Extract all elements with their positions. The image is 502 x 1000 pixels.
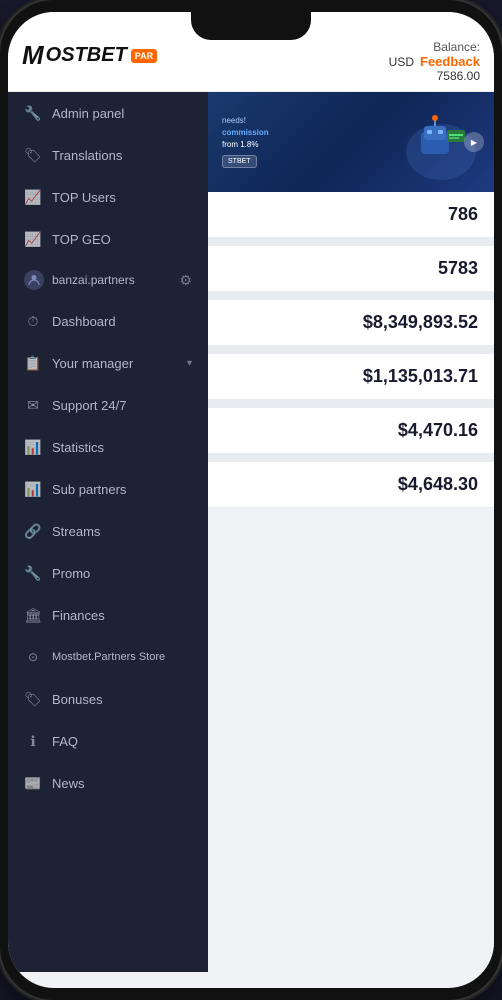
stats-icon: 📊 [24,438,42,456]
banner-badge: STBET [222,155,257,168]
sidebar-label: TOP Users [52,190,116,205]
sidebar-item-statistics[interactable]: 📊 Statistics [8,426,208,468]
sidebar-label: Support 24/7 [52,398,126,413]
content-area: needs! commission from 1.8% STBET [208,92,494,972]
sidebar-label: Promo [52,566,90,581]
stats-card-2: 5783 [208,246,494,292]
logo-badge: PAR [131,49,157,63]
chart-icon: 📈 [24,230,42,248]
link-icon: 🔗 [24,522,42,540]
chevron-down-icon: ▾ [187,358,192,369]
clipboard-icon: 📋 [24,354,42,372]
card-spacer-4 [208,400,494,408]
sidebar-item-sub-partners[interactable]: 📊 Sub partners [8,468,208,510]
card-spacer-3 [208,346,494,354]
stats-card-4: $1,135,013.71 [208,354,494,400]
banner-visual: ▶ [386,98,486,186]
currency: USD [389,55,414,69]
logo-m: M [22,40,44,71]
sidebar-item-faq[interactable]: ℹ FAQ [8,720,208,762]
stats-card-1: 786 [208,192,494,238]
main-container: 🔧 Admin panel 🏷 Translations 📈 TOP Users… [8,92,494,972]
news-icon: 📰 [24,774,42,792]
store-icon: ⊙ [24,648,42,666]
banner: needs! commission from 1.8% STBET [208,92,494,192]
sidebar-label: Finances [52,608,105,623]
sidebar-item-news[interactable]: 📰 News [8,762,208,804]
stats-card-6: $4,648.30 [208,462,494,508]
bank-icon: 🏛 [24,606,42,624]
sidebar-label: Your manager [52,356,133,371]
notch [191,12,311,40]
wrench-icon: 🔧 [24,104,42,122]
sidebar-label: Admin panel [52,106,124,121]
sidebar-item-store[interactable]: ⊙ Mostbet.Partners Store [8,636,208,678]
card-spacer-2 [208,292,494,300]
info-icon: ℹ [24,732,42,750]
sidebar-label: FAQ [52,734,78,749]
sidebar-item-top-geo[interactable]: 📈 TOP GEO [8,218,208,260]
sidebar-label: Statistics [52,440,104,455]
logo-text: OSTBET [46,44,127,67]
sidebar-item-finances[interactable]: 🏛 Finances [8,594,208,636]
stats-value-5: $4,470.16 [398,420,478,441]
balance-label: Balance: [433,40,480,54]
stats-icon: 📊 [24,480,42,498]
stats-value-1: 786 [448,204,478,225]
stats-value-6: $4,648.30 [398,474,478,495]
card-spacer-1 [208,238,494,246]
sidebar-label: Mostbet.Partners Store [52,651,165,663]
phone-frame: M OSTBET PAR Balance: USD Feedback 7586.… [0,0,502,1000]
sidebar-item-dashboard[interactable]: ⏱ Dashboard [8,300,208,342]
banner-tag: needs! [222,116,380,125]
sidebar-item-your-manager[interactable]: 📋 Your manager ▾ [8,342,208,384]
logo: M OSTBET PAR [22,40,157,79]
sidebar-label: TOP GEO [52,232,111,247]
stats-card-3: $8,349,893.52 [208,300,494,346]
tag-icon: 🏷 [24,146,42,164]
sidebar-item-promo[interactable]: 🔧 Promo [8,552,208,594]
sidebar-label: Dashboard [52,314,116,329]
sidebar: 🔧 Admin panel 🏷 Translations 📈 TOP Users… [8,92,208,972]
stats-card-5: $4,470.16 [208,408,494,454]
mail-icon: ✉ [24,396,42,414]
avatar [24,270,44,290]
sidebar-item-translations[interactable]: 🏷 Translations [8,134,208,176]
phone-screen: M OSTBET PAR Balance: USD Feedback 7586.… [8,12,494,988]
sidebar-label: Sub partners [52,482,126,497]
card-spacer-5 [208,454,494,462]
sidebar-label: Bonuses [52,692,103,707]
stats-value-4: $1,135,013.71 [363,366,478,387]
sidebar-label: Streams [52,524,100,539]
banner-highlight: commission [222,128,269,137]
stats-value-3: $8,349,893.52 [363,312,478,333]
gear-icon[interactable]: ⚙ [179,272,192,289]
banner-text: commission from 1.8% [222,127,380,149]
username: banzai.partners [52,273,135,287]
stats-value-2: 5783 [438,258,478,279]
clock-icon: ⏱ [24,312,42,330]
feedback-link[interactable]: Feedback [420,54,480,69]
sidebar-item-bonuses[interactable]: 🏷 Bonuses [8,678,208,720]
sidebar-user-section[interactable]: banzai.partners ⚙ [8,260,208,300]
sidebar-label: News [52,776,85,791]
sidebar-item-top-users[interactable]: 📈 TOP Users [8,176,208,218]
play-button[interactable]: ▶ [464,132,484,152]
sidebar-item-streams[interactable]: 🔗 Streams [8,510,208,552]
sidebar-label: Translations [52,148,122,163]
chart-icon: 📈 [24,188,42,206]
balance-amount: 7586.00 [437,69,480,83]
banner-rate: from 1.8% [222,140,258,149]
tag-icon: 🏷 [24,690,42,708]
wrench-icon: 🔧 [24,564,42,582]
sidebar-item-admin-panel[interactable]: 🔧 Admin panel [8,92,208,134]
sidebar-item-support[interactable]: ✉ Support 24/7 [8,384,208,426]
